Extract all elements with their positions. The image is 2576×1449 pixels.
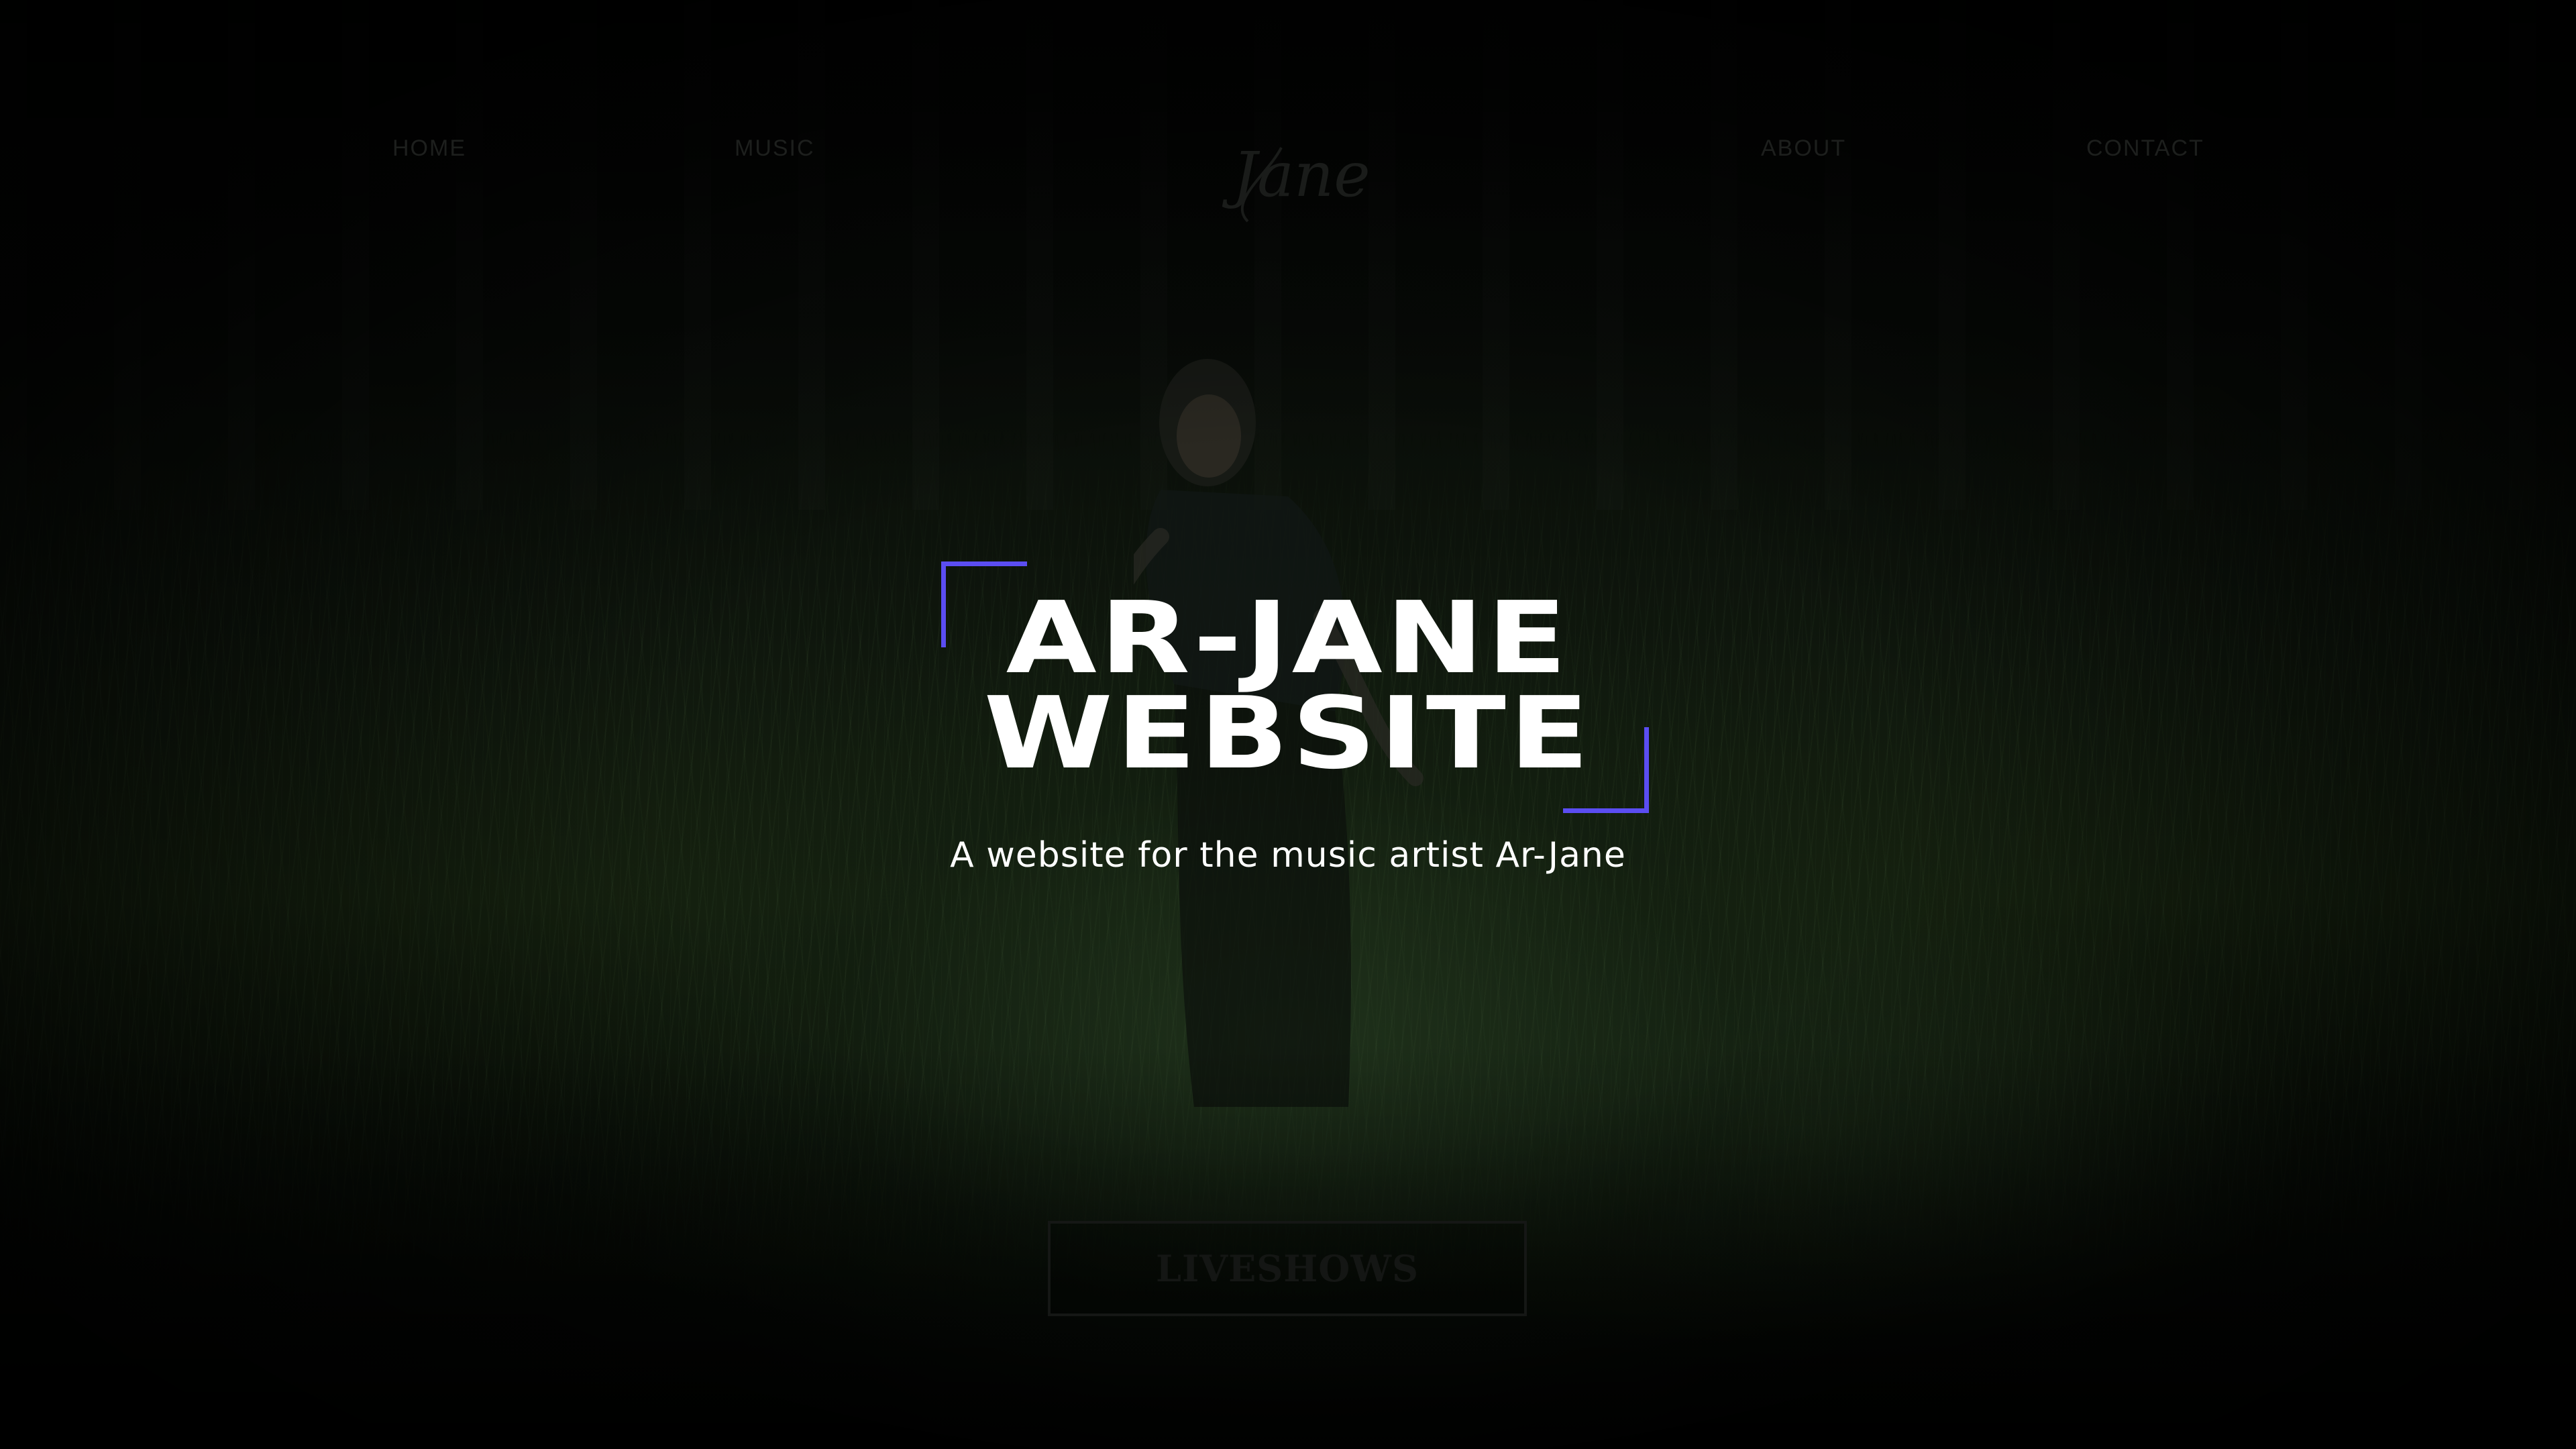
hero-title-line-1: AR-JANE [1006,580,1570,696]
liveshows-button[interactable]: LIVESHOWS [1048,1221,1527,1316]
page: HOME MUSIC ABOUT CONTACT Jane AR-JANE WE… [0,0,2576,1449]
hero-title-line-2: WEBSITE [983,676,1593,791]
hero-title: AR-JANE WEBSITE [861,580,1715,791]
hero-subtitle: A website for the music artist Ar-Jane [950,835,1626,875]
